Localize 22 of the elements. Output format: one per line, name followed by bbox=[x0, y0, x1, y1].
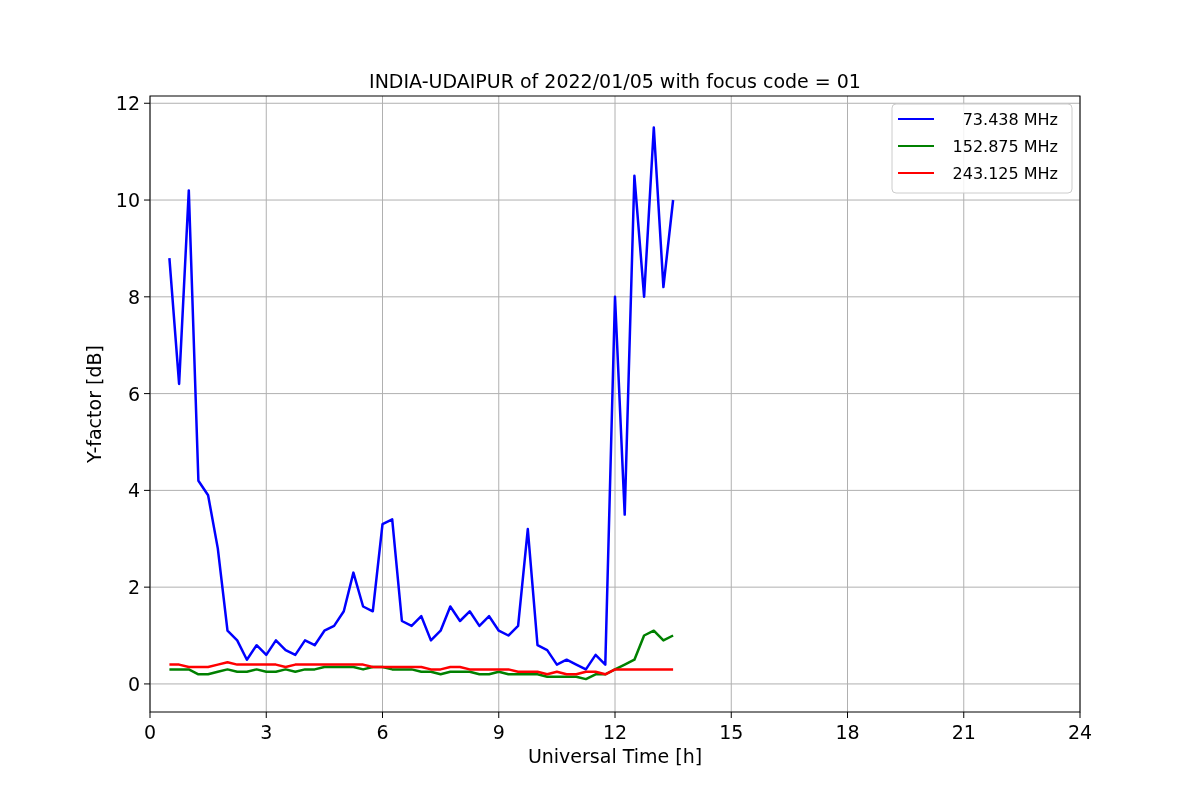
legend-label: 152.875 MHz bbox=[952, 137, 1058, 156]
y-tick-label: 4 bbox=[127, 479, 140, 502]
y-tick-label: 10 bbox=[115, 189, 140, 212]
y-tick-label: 12 bbox=[115, 92, 140, 115]
x-tick-label: 6 bbox=[376, 721, 389, 743]
x-tick-label: 24 bbox=[1067, 721, 1093, 743]
y-axis-label: Y-factor [dB] bbox=[83, 345, 105, 463]
x-tick-label: 18 bbox=[835, 721, 860, 743]
y-tick-label: 2 bbox=[127, 576, 140, 599]
y-tick-label: 6 bbox=[127, 382, 140, 405]
x-tick-label: 15 bbox=[719, 721, 744, 743]
x-tick-label: 12 bbox=[602, 721, 628, 743]
x-tick-label: 3 bbox=[260, 721, 273, 743]
legend-label: 73.438 MHz bbox=[962, 110, 1058, 129]
y-tick-label: 8 bbox=[127, 285, 140, 308]
x-tick-label: 0 bbox=[143, 721, 157, 743]
x-axis-label: Universal Time [h] bbox=[527, 745, 703, 767]
x-tick-label: 9 bbox=[492, 721, 505, 743]
legend-label: 243.125 MHz bbox=[952, 164, 1058, 183]
chart-title: INDIA-UDAIPUR of 2022/01/05 with focus code = 01 bbox=[369, 70, 861, 92]
y-tick-label: 0 bbox=[127, 672, 140, 695]
x-tick-label: 21 bbox=[951, 721, 976, 743]
